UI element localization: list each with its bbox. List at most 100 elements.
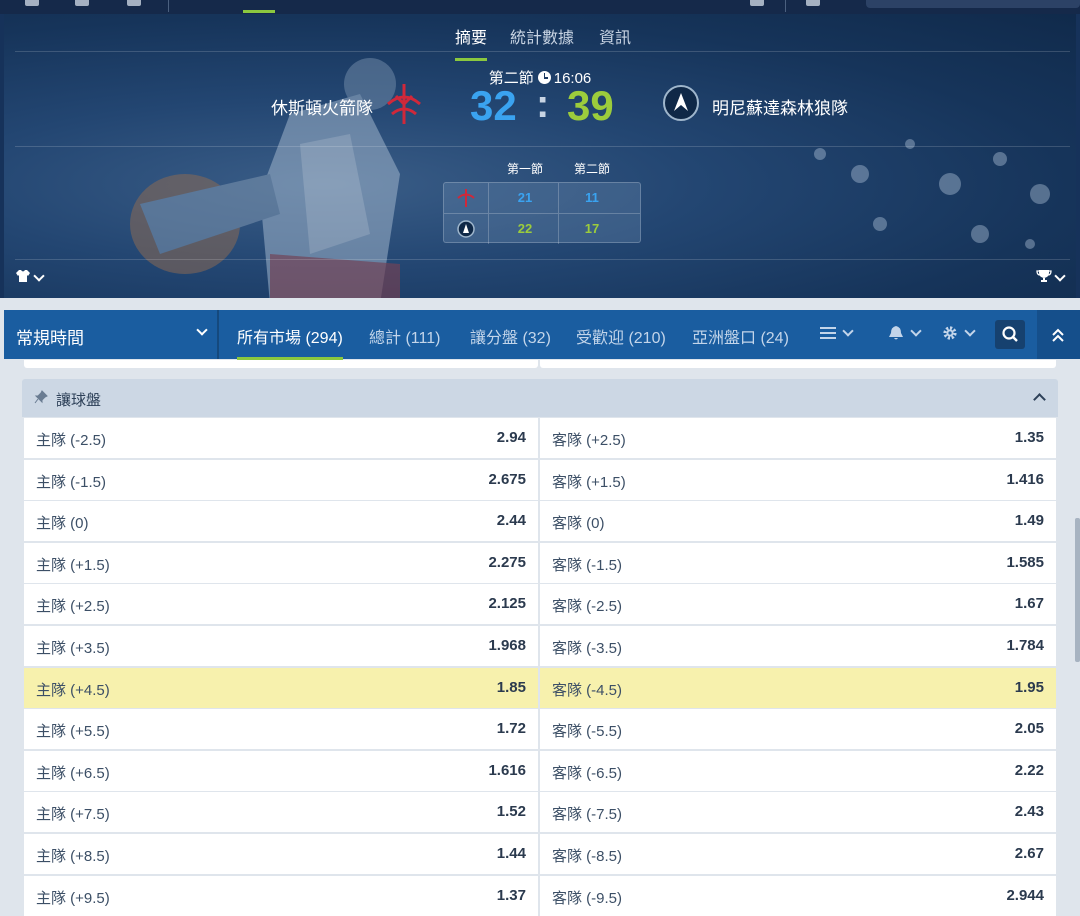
away-team-name: 明尼蘇達森林狼隊 xyxy=(712,99,848,118)
selection-label: 主隊 (+2.5) xyxy=(36,598,110,616)
odds-value: 2.125 xyxy=(488,595,526,613)
quarter-header-2: 第二節 xyxy=(574,162,611,176)
toolbar-icon[interactable] xyxy=(75,0,89,6)
search-button[interactable] xyxy=(995,320,1025,349)
selection-label: 主隊 (+4.5) xyxy=(36,681,110,699)
odds-button-away[interactable]: 客隊 (-5.5) 2.05 xyxy=(540,709,1056,750)
trophy-icon xyxy=(1036,270,1052,282)
tab-statistics[interactable]: 統計數據 xyxy=(510,24,574,48)
odds-value: 1.52 xyxy=(496,803,526,821)
odds-button-away[interactable]: 客隊 (-7.5) 2.43 xyxy=(540,792,1056,833)
selection-label: 客隊 (-2.5) xyxy=(552,598,623,616)
odds-button-away[interactable]: 客隊 (-2.5) 1.67 xyxy=(540,584,1056,625)
layout-menu[interactable] xyxy=(820,325,855,346)
selection-label: 主隊 (+6.5) xyxy=(36,764,110,782)
odds-value: 1.968 xyxy=(488,637,526,654)
odds-value: 1.72 xyxy=(496,720,526,738)
bell-icon xyxy=(889,326,903,340)
search-icon xyxy=(1002,326,1018,342)
rockets-logo-icon xyxy=(444,183,489,213)
odds-button-home[interactable]: 主隊 (+6.5) 1.616 xyxy=(24,750,538,791)
market-row: 主隊 (+4.5) 1.85 客隊 (-4.5) 1.95 xyxy=(22,667,1058,708)
collapse-button[interactable] xyxy=(1037,310,1080,359)
tab-asian-lines[interactable]: 亞洲盤口 (24) xyxy=(692,324,789,348)
selection-label: 客隊 (-4.5) xyxy=(552,681,623,699)
tab-all-markets[interactable]: 所有市場 (294) xyxy=(237,324,343,360)
odds-button-away[interactable]: 客隊 (+2.5) 1.35 xyxy=(540,418,1056,458)
odds-button-away[interactable]: 客隊 (-3.5) 1.784 xyxy=(540,626,1056,666)
tab-info[interactable]: 資訊 xyxy=(599,24,631,48)
chevron-down-icon xyxy=(964,325,977,337)
odds-button-home[interactable]: 主隊 (0) 2.44 xyxy=(24,501,538,542)
divider xyxy=(558,183,559,213)
odds-value: 1.416 xyxy=(1006,470,1044,488)
market-row: 主隊 (+1.5) 2.275 客隊 (-1.5) 1.585 xyxy=(22,542,1058,583)
selection-label: 主隊 (+3.5) xyxy=(36,640,110,657)
pin-icon[interactable] xyxy=(34,390,48,404)
odds-button-home[interactable]: 主隊 (+7.5) 1.52 xyxy=(24,792,538,833)
away-q2: 17 xyxy=(584,221,600,236)
market-row: 主隊 (-1.5) 2.675 客隊 (+1.5) 1.416 xyxy=(22,459,1058,500)
odds-button-away[interactable]: 客隊 (-1.5) 1.585 xyxy=(540,542,1056,583)
odds-button-away[interactable]: 客隊 (-6.5) 2.22 xyxy=(540,750,1056,791)
divider xyxy=(168,0,169,12)
active-tab-indicator xyxy=(243,10,275,13)
odds-button-home[interactable]: 主隊 (+2.5) 2.125 xyxy=(24,584,538,625)
settings-menu[interactable] xyxy=(942,325,977,346)
list-icon xyxy=(820,327,836,339)
away-score: 39 xyxy=(567,82,614,129)
odds-button-home[interactable]: 主隊 (+4.5) 1.85 xyxy=(24,667,538,708)
timberwolves-logo-icon xyxy=(663,85,699,121)
tab-handicap[interactable]: 讓分盤 (32) xyxy=(470,324,551,348)
toolbar-icon[interactable] xyxy=(25,0,39,6)
odds-value: 1.585 xyxy=(1006,553,1044,571)
tab-totals[interactable]: 總計 (111) xyxy=(369,324,440,348)
tab-summary[interactable]: 摘要 xyxy=(455,24,488,61)
market-row: 主隊 (-2.5) 2.94 客隊 (+2.5) 1.35 xyxy=(22,418,1058,458)
scrollbar[interactable] xyxy=(1075,518,1080,662)
summary-tabs: 摘要 統計數據 資訊 xyxy=(0,14,1080,61)
odds-button-home[interactable]: 主隊 (+9.5) 1.37 xyxy=(24,875,538,916)
odds-button-home[interactable]: 主隊 (+1.5) 2.275 xyxy=(24,542,538,583)
odds-value: 1.95 xyxy=(1014,678,1044,696)
jersey-icon xyxy=(16,270,30,282)
odds-button-away[interactable]: 客隊 (0) 1.49 xyxy=(540,501,1056,542)
chevron-down-icon xyxy=(196,324,208,336)
odds-button-home[interactable]: 主隊 (+3.5) 1.968 xyxy=(24,626,538,666)
odds-value: 2.675 xyxy=(488,470,526,488)
chevron-down-icon xyxy=(842,325,855,337)
selection-label: 客隊 (+1.5) xyxy=(552,473,626,491)
odds-button-away[interactable]: 客隊 (-9.5) 2.944 xyxy=(540,875,1056,916)
top-toolbar xyxy=(0,0,1080,14)
odds-value: 2.67 xyxy=(1014,845,1044,862)
toolbar-icon[interactable] xyxy=(806,0,820,6)
market-header[interactable]: 讓球盤 xyxy=(22,379,1058,417)
top-search-box[interactable] xyxy=(866,0,1080,8)
jersey-toggle[interactable] xyxy=(15,269,45,288)
odds-value: 2.05 xyxy=(1014,720,1044,738)
notifications-menu[interactable] xyxy=(888,325,923,346)
selection-label: 主隊 (-2.5) xyxy=(36,432,107,449)
odds-button-away[interactable]: 客隊 (-8.5) 2.67 xyxy=(540,834,1056,874)
toolbar-icon[interactable] xyxy=(127,0,141,6)
odds-button-away[interactable]: 客隊 (+1.5) 1.416 xyxy=(540,459,1056,500)
odds-button-home[interactable]: 主隊 (+5.5) 1.72 xyxy=(24,709,538,750)
odds-button-home[interactable]: 主隊 (-2.5) 2.94 xyxy=(24,418,538,458)
selection-label: 客隊 (-5.5) xyxy=(552,723,623,741)
chevron-down-icon xyxy=(33,270,45,282)
odds-button-away[interactable]: 客隊 (-4.5) 1.95 xyxy=(540,667,1056,708)
time-period-select[interactable]: 常規時間 xyxy=(4,310,219,359)
odds-button-home[interactable]: 主隊 (-1.5) 2.675 xyxy=(24,459,538,500)
trophy-toggle[interactable] xyxy=(1036,269,1066,288)
tab-popular[interactable]: 受歡迎 (210) xyxy=(576,324,666,348)
toolbar-icon[interactable] xyxy=(750,0,764,6)
selection-label: 客隊 (-9.5) xyxy=(552,889,623,907)
selection-label: 主隊 (+8.5) xyxy=(36,848,110,865)
selection-label: 客隊 (-6.5) xyxy=(552,764,623,782)
market-row: 主隊 (+5.5) 1.72 客隊 (-5.5) 2.05 xyxy=(22,709,1058,750)
chevron-up-icon[interactable] xyxy=(1033,393,1046,406)
quarter-row-away: 22 17 xyxy=(444,213,640,244)
odds-value: 2.44 xyxy=(496,512,526,530)
odds-value: 2.43 xyxy=(1014,803,1044,821)
odds-button-home[interactable]: 主隊 (+8.5) 1.44 xyxy=(24,834,538,874)
